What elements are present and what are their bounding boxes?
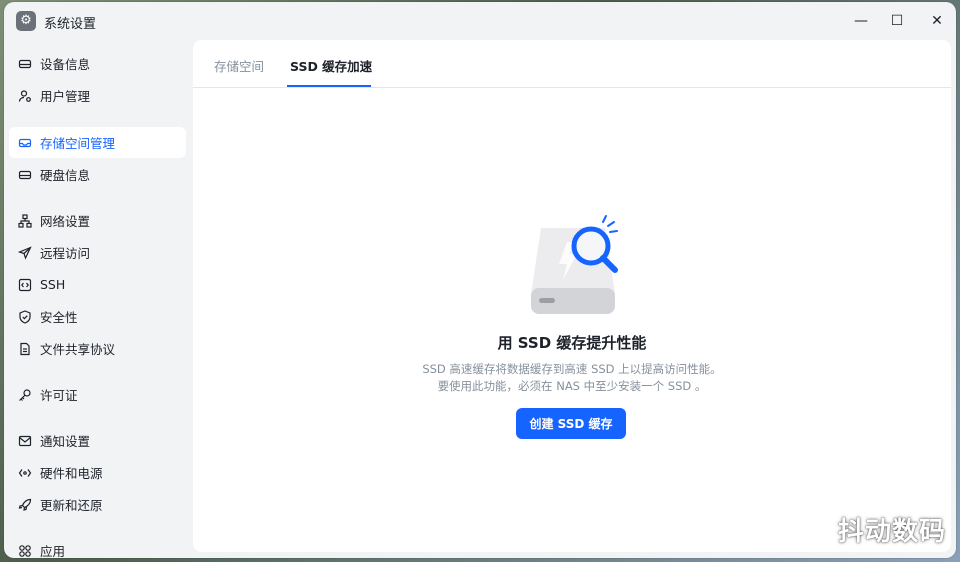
mail-icon xyxy=(18,434,32,448)
sidebar-item-label: 远程访问 xyxy=(40,246,91,261)
sidebar-item-label: 硬件和电源 xyxy=(40,466,103,481)
settings-window: ⚙ 系统设置 — ☐ ✕ 设备信息 用户管理 存储空间管理 硬盘信息 网络设置 … xyxy=(4,2,956,558)
watermark-text: 抖动数码 xyxy=(837,517,946,547)
document-icon xyxy=(18,342,32,356)
active-tab-indicator xyxy=(287,85,371,87)
sidebar-item-label: 安全性 xyxy=(40,310,78,325)
sidebar-item-label: 存储空间管理 xyxy=(40,136,116,151)
sidebar-item-ssh[interactable]: SSH xyxy=(9,269,186,300)
sidebar-item-file-sharing[interactable]: 文件共享协议 xyxy=(9,333,186,364)
sidebar-item-network[interactable]: 网络设置 xyxy=(9,205,186,236)
sidebar-item-label: 许可证 xyxy=(40,388,78,403)
sidebar-item-label: 文件共享协议 xyxy=(40,342,116,357)
tab-bar: 存储空间 SSD 缓存加速 xyxy=(193,40,951,88)
ssd-illustration xyxy=(523,212,633,322)
sidebar-item-device-info[interactable]: 设备信息 xyxy=(9,48,186,79)
hardware-icon xyxy=(18,466,32,480)
sidebar-item-label: 应用 xyxy=(40,544,66,558)
storage-icon xyxy=(18,136,32,150)
drive-icon xyxy=(18,168,32,182)
sidebar: 设备信息 用户管理 存储空间管理 硬盘信息 网络设置 远程访问 SSH 安全性 … xyxy=(4,46,194,558)
empty-state-description-line2: 要使用此功能，必须在 NAS 中至少安装一个 SSD 。 xyxy=(437,379,707,393)
network-icon xyxy=(18,213,32,228)
maximize-button[interactable]: ☐ xyxy=(886,10,908,32)
tab-storage-space[interactable]: 存储空间 xyxy=(214,56,264,75)
terminal-icon xyxy=(18,278,32,292)
sidebar-item-apps[interactable]: 应用 xyxy=(9,535,186,558)
main-panel: 存储空间 SSD 缓存加速 用 SSD 缓存提升性能 SSD 高速缓存将数据缓存… xyxy=(193,40,951,552)
sidebar-item-hardware-power[interactable]: 硬件和电源 xyxy=(9,457,186,488)
sidebar-item-label: 设备信息 xyxy=(40,57,91,72)
tab-ssd-cache[interactable]: SSD 缓存加速 xyxy=(290,56,372,75)
minimize-button[interactable]: — xyxy=(850,10,872,32)
gear-icon: ⚙ xyxy=(16,11,36,31)
sidebar-item-security[interactable]: 安全性 xyxy=(9,301,186,332)
sidebar-item-label: 网络设置 xyxy=(40,214,91,229)
sidebar-item-storage-management[interactable]: 存储空间管理 xyxy=(9,127,186,158)
empty-state-title: 用 SSD 缓存提升性能 xyxy=(497,334,647,352)
shield-icon xyxy=(18,309,32,324)
create-ssd-cache-button[interactable]: 创建 SSD 缓存 xyxy=(516,408,626,439)
window-title: 系统设置 xyxy=(44,17,97,32)
user-gear-icon xyxy=(18,89,32,103)
sidebar-item-label: 用户管理 xyxy=(40,89,91,104)
send-icon xyxy=(18,245,32,260)
sidebar-item-license[interactable]: 许可证 xyxy=(9,379,186,410)
sidebar-item-notifications[interactable]: 通知设置 xyxy=(9,425,186,456)
empty-state-description-line1: SSD 高速缓存将数据缓存到高速 SSD 上以提高访问性能。 xyxy=(422,362,722,376)
sidebar-item-label: SSH xyxy=(40,277,66,292)
key-icon xyxy=(18,388,32,402)
sidebar-item-label: 更新和还原 xyxy=(40,498,103,513)
sidebar-item-update-restore[interactable]: 更新和还原 xyxy=(9,489,186,520)
rocket-icon xyxy=(18,498,32,512)
sidebar-item-user-management[interactable]: 用户管理 xyxy=(9,80,186,111)
drive-icon xyxy=(18,57,32,71)
apps-icon xyxy=(18,544,32,558)
sidebar-item-disk-info[interactable]: 硬盘信息 xyxy=(9,159,186,190)
close-button[interactable]: ✕ xyxy=(926,10,948,32)
sidebar-item-label: 通知设置 xyxy=(40,434,91,449)
sidebar-item-remote-access[interactable]: 远程访问 xyxy=(9,237,186,268)
sidebar-item-label: 硬盘信息 xyxy=(40,168,91,183)
title-bar[interactable]: ⚙ 系统设置 — ☐ ✕ xyxy=(4,2,956,40)
